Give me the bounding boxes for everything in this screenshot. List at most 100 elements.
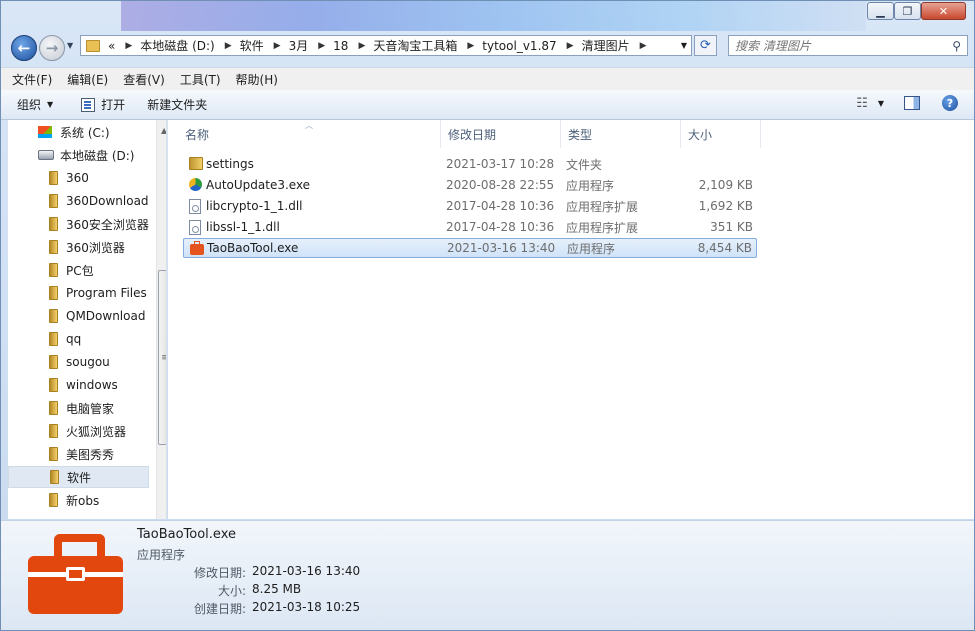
menu-tools[interactable]: 工具(T) [180,71,221,88]
file-type: 应用程序扩展 [566,220,639,235]
sidebar-item-label: 360浏览器 [66,240,125,255]
file-row[interactable]: settings 2021-03-17 10:28 文件夹 [183,154,757,174]
chevron-right-icon[interactable]: ▶ [640,41,647,51]
breadcrumb-march[interactable]: 3月 [289,37,309,54]
chevron-right-icon[interactable]: ▶ [318,41,325,51]
breadcrumb-software[interactable]: 软件 [240,37,264,54]
open-label: 打开 [101,98,126,112]
scrollbar-thumb[interactable]: ≡ [158,270,166,445]
search-box[interactable]: ⚲ [728,35,968,56]
file-date: 2020-08-28 22:55 [446,178,555,192]
sidebar-item[interactable]: 系统 (C:) [8,121,149,143]
preview-pane-icon[interactable] [904,96,920,110]
organize-button[interactable]: 组织 ▼ [11,94,59,116]
file-row[interactable]: libssl-1_1.dll 2017-04-28 10:36 应用程序扩展 351 … [183,217,757,237]
sidebar-item[interactable]: 360Download [8,190,149,212]
file-row[interactable]: TaoBaoTool.exe 2021-03-16 13:40 应用程序 8,454 … [183,238,757,258]
chevron-right-icon[interactable]: ▶ [567,41,574,51]
maximize-button[interactable]: ❐ [894,2,921,20]
file-row[interactable]: libcrypto-1_1.dll 2017-04-28 10:36 应用程序扩展 1… [183,196,757,216]
address-bar[interactable]: « ▶ 本地磁盘 (D:) ▶ 软件 ▶ 3月 ▶ 18 ▶ 天音淘宝工具箱 ▶… [80,35,692,56]
sidebar-item[interactable]: Program Files [8,282,149,304]
sidebar-item[interactable]: 火狐浏览器 [8,420,149,442]
back-button[interactable]: ← [11,35,37,61]
chevron-right-icon[interactable]: ▶ [225,41,232,51]
folder-icon [189,157,203,170]
sidebar-item[interactable]: sougou [8,351,149,373]
file-name: settings [206,157,254,171]
folder-icon [49,332,58,346]
column-header-name[interactable]: 名称 [178,120,441,148]
chevron-right-icon[interactable]: ▶ [467,41,474,51]
scroll-up-icon[interactable]: ▲ [161,126,166,135]
update-app-icon [189,178,202,191]
sidebar-item-label: 新obs [66,493,100,508]
address-dropdown-icon[interactable]: ▼ [681,41,687,50]
sidebar-item[interactable]: PC包 [8,259,149,281]
folder-icon [49,171,58,185]
details-file-type: 应用程序 [137,548,186,562]
search-icon[interactable]: ⚲ [952,39,961,53]
sidebar-item[interactable]: 360浏览器 [8,236,149,258]
sidebar-item[interactable]: 美图秀秀 [8,443,149,465]
folder-icon [49,493,58,507]
chevron-down-icon[interactable]: ▼ [878,99,884,108]
breadcrumb-toolbox[interactable]: 天音淘宝工具箱 [373,37,457,54]
title-banner [121,1,866,31]
dll-file-icon [189,220,201,235]
search-input[interactable] [735,38,940,53]
breadcrumb-overflow[interactable]: « [108,39,115,53]
folder-icon [49,401,58,415]
close-button[interactable]: ✕ [921,2,966,20]
breadcrumb-drive[interactable]: 本地磁盘 (D:) [140,37,214,54]
explorer-window: ▁ ❐ ✕ ← → ▼ « ▶ 本地磁盘 (D:) ▶ 软件 ▶ 3月 ▶ 18… [0,0,975,631]
sidebar-item[interactable]: windows [8,374,149,396]
chevron-down-icon: ▼ [47,100,54,109]
sidebar-item[interactable]: 电脑管家 [8,397,149,419]
chevron-right-icon[interactable]: ▶ [358,41,365,51]
change-view-icon[interactable]: ☷ [856,96,868,111]
refresh-button[interactable]: ⟳ [694,35,717,56]
sidebar-item[interactable]: 360 [8,167,149,189]
sidebar-item-label: PC包 [66,263,94,278]
column-header-size[interactable]: 大小 [681,120,761,148]
column-header-type[interactable]: 类型 [561,120,681,148]
address-folder-icon [86,39,100,52]
minimize-button[interactable]: ▁ [867,2,894,20]
menu-help[interactable]: 帮助(H) [236,71,278,88]
menu-view[interactable]: 查看(V) [123,71,165,88]
sidebar-item[interactable]: 本地磁盘 (D:) [8,144,149,166]
file-name: libssl-1_1.dll [206,220,280,234]
title-bar: ▁ ❐ ✕ ← → ▼ « ▶ 本地磁盘 (D:) ▶ 软件 ▶ 3月 ▶ 18… [1,1,974,65]
recent-pages-dropdown-icon[interactable]: ▼ [67,41,73,50]
forward-button[interactable]: → [39,35,65,61]
chevron-right-icon[interactable]: ▶ [274,41,281,51]
sidebar-item[interactable]: qq [8,328,149,350]
sidebar-item[interactable]: 新obs [8,489,149,511]
file-size: 2,109 KB [698,178,753,192]
menu-bar: 文件(F) 编辑(E) 查看(V) 工具(T) 帮助(H) [1,67,974,90]
menu-file[interactable]: 文件(F) [12,71,52,88]
open-button[interactable]: 打开 [75,94,131,116]
nav-scrollbar[interactable]: ▲ ≡ [156,120,166,519]
sidebar-item-label: QMDownload [66,309,146,323]
menu-edit[interactable]: 编辑(E) [67,71,108,88]
column-header-date[interactable]: 修改日期 [441,120,561,148]
folder-icon [49,309,58,323]
help-icon[interactable]: ? [942,95,958,111]
sidebar-item[interactable]: QMDownload [8,305,149,327]
breadcrumb-tytool[interactable]: tytool_v1.87 [482,39,556,53]
dll-file-icon [189,199,201,214]
file-name: libcrypto-1_1.dll [206,199,303,213]
sidebar-item-label: sougou [66,355,110,369]
breadcrumb-current[interactable]: 清理图片 [582,37,630,54]
breadcrumb-18[interactable]: 18 [333,39,348,53]
file-row[interactable]: AutoUpdate3.exe 2020-08-28 22:55 应用程序 2,109… [183,175,757,195]
sidebar-item-label: 360安全浏览器 [66,217,149,232]
sidebar-item[interactable]: 360安全浏览器 [8,213,149,235]
chevron-right-icon[interactable]: ▶ [125,41,132,51]
details-created-value: 2021-03-18 10:25 [252,600,361,614]
new-folder-button[interactable]: 新建文件夹 [141,94,213,116]
sidebar-item-label: 360Download [66,194,149,208]
sidebar-item[interactable]: 软件 [8,466,149,488]
